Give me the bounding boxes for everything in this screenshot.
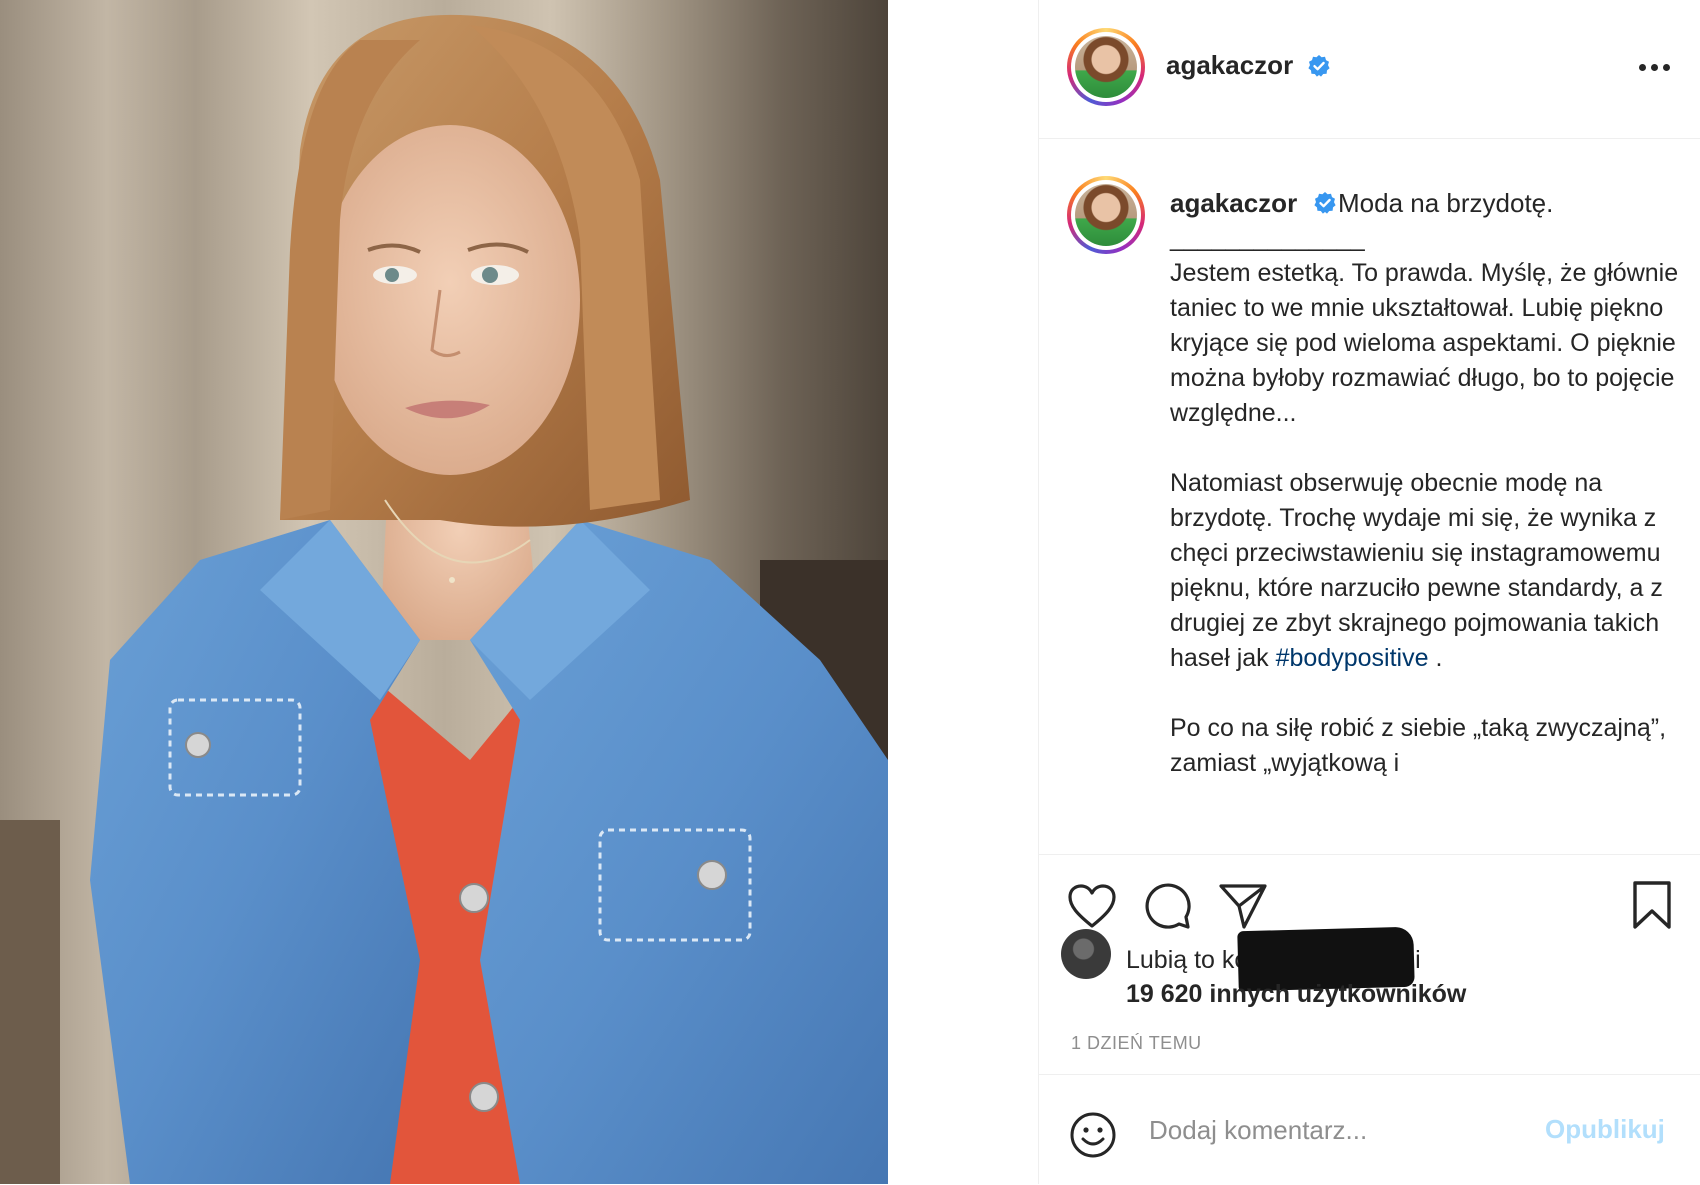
verified-badge-icon (1308, 55, 1330, 77)
caption-paragraph-text: Natomiast obserwuję obecnie modę na brzy… (1170, 469, 1663, 672)
post-timestamp[interactable]: 1 DZIEŃ TEMU (1071, 1033, 1202, 1054)
caption-area: agakaczor Moda na brzydotę. ____________… (1039, 138, 1700, 854)
emoji-smile-icon[interactable] (1069, 1111, 1117, 1159)
author-username[interactable]: agakaczor (1166, 50, 1293, 81)
photo-gutter (888, 0, 1038, 1184)
comment-input[interactable] (1147, 1109, 1491, 1151)
post-photo[interactable] (0, 0, 888, 1184)
publish-button[interactable]: Opublikuj (1545, 1109, 1665, 1149)
caption-paragraph: Jestem estetką. To prawda. Myślę, że głó… (1170, 259, 1679, 427)
hashtag-link[interactable]: #bodypositive (1276, 644, 1429, 672)
verified-badge-icon (1314, 192, 1336, 214)
caption-paragraph: Po co na siłę robić z siebie „taką zwycz… (1170, 714, 1667, 777)
liker-avatar[interactable] (1061, 929, 1111, 979)
bookmark-icon[interactable] (1631, 880, 1673, 930)
caption-username[interactable]: agakaczor (1170, 186, 1297, 221)
caption-separator: ______________ (1170, 224, 1365, 252)
post-actions: Lubią to kobietazkrakowa i 19 620 innych… (1039, 854, 1700, 1075)
caption-title: Moda na brzydotę. (1338, 188, 1554, 218)
post-details-panel: agakaczor agakaczor Moda na brzydotę. __… (1038, 0, 1700, 1184)
author-avatar[interactable] (1067, 28, 1145, 106)
add-comment-bar: Opublikuj (1039, 1074, 1700, 1185)
paper-plane-icon[interactable] (1218, 882, 1268, 930)
likes-prefix: Lubią to (1126, 946, 1215, 974)
more-options-icon[interactable] (1633, 56, 1677, 80)
comment-bubble-icon[interactable] (1142, 881, 1192, 931)
caption-body: ______________ Jestem estetką. To prawda… (1170, 221, 1690, 781)
caption-paragraph: Natomiast obserwuję obecnie modę na brzy… (1170, 466, 1690, 676)
post-header: agakaczor (1039, 0, 1700, 139)
likes-suffix: i (1415, 946, 1421, 974)
caption-author-avatar[interactable] (1067, 176, 1145, 254)
caption-punctuation: . (1428, 644, 1443, 672)
post-photo-illustration (0, 0, 888, 1184)
heart-icon[interactable] (1067, 883, 1117, 929)
likes-count-link[interactable]: 19 620 innych użytkowników (1126, 977, 1466, 1011)
